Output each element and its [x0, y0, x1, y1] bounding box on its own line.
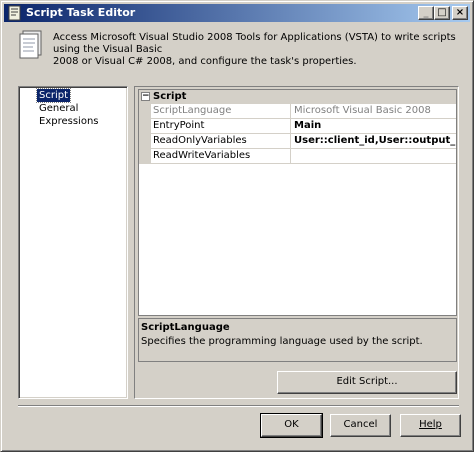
property-value[interactable]: User::client_id,User::output_path	[292, 134, 456, 148]
script-task-editor-window: Script Task Editor _ □ × Access Microsof…	[0, 0, 474, 452]
script-document-icon	[19, 30, 42, 59]
page-navigation-list[interactable]: Script General Expressions	[18, 86, 128, 399]
ok-button[interactable]: OK	[260, 413, 323, 438]
header-description: Access Microsoft Visual Studio 2008 Tool…	[53, 32, 463, 68]
help-button[interactable]: Help	[400, 414, 461, 437]
edit-script-button[interactable]: Edit Script...	[277, 371, 457, 394]
property-grid-margin	[139, 104, 151, 164]
property-name: ReadOnlyVariables	[151, 134, 291, 148]
help-button-label: Help	[419, 419, 442, 430]
property-category-script[interactable]: − Script	[139, 90, 456, 104]
nav-item-expressions[interactable]: Expressions	[37, 115, 101, 128]
property-name: ReadWriteVariables	[151, 149, 291, 163]
nav-item-script[interactable]: Script	[35, 88, 72, 103]
header-description-line-2: 2008 or Visual C# 2008, and configure th…	[53, 56, 357, 67]
property-row-readonlyvariables[interactable]: ReadOnlyVariables User::client_id,User::…	[151, 134, 456, 149]
minimize-button[interactable]: _	[418, 6, 434, 20]
window-title: Script Task Editor	[26, 6, 136, 19]
property-name: EntryPoint	[151, 119, 291, 133]
property-row-entrypoint[interactable]: EntryPoint Main	[151, 119, 456, 134]
property-value[interactable]: Main	[292, 119, 456, 133]
title-bar[interactable]: Script Task Editor _ □ ×	[4, 4, 470, 22]
property-category-label: Script	[153, 91, 187, 102]
header-description-line-1: Access Microsoft Visual Studio 2008 Tool…	[53, 32, 456, 55]
maximize-button[interactable]: □	[434, 6, 450, 20]
property-name: ScriptLanguage	[151, 104, 291, 118]
property-row-scriptlanguage[interactable]: ScriptLanguage Microsoft Visual Basic 20…	[151, 104, 456, 119]
script-page-panel: − Script ScriptLanguage Microsoft Visual…	[134, 86, 459, 399]
property-grid[interactable]: − Script ScriptLanguage Microsoft Visual…	[138, 89, 457, 316]
button-separator	[18, 405, 459, 407]
property-description-panel: ScriptLanguage Specifies the programming…	[138, 318, 457, 362]
script-task-icon	[8, 5, 21, 21]
description-text: Specifies the programming language used …	[141, 336, 423, 347]
property-value: Microsoft Visual Basic 2008	[294, 105, 431, 116]
property-row-readwritevariables[interactable]: ReadWriteVariables	[151, 149, 456, 164]
collapse-category-icon[interactable]: −	[141, 92, 150, 101]
close-button[interactable]: ×	[452, 6, 468, 20]
nav-item-general[interactable]: General	[37, 102, 80, 115]
property-value[interactable]	[292, 149, 456, 163]
description-title: ScriptLanguage	[141, 322, 230, 333]
cancel-button[interactable]: Cancel	[330, 414, 391, 437]
